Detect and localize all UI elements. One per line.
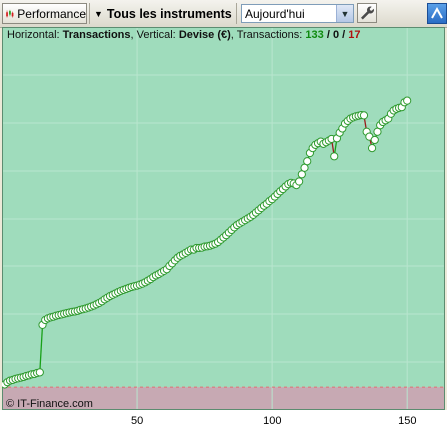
tx-separator: /	[339, 29, 349, 41]
performance-label: Performance	[17, 6, 86, 21]
period-value: Aujourd'hui	[245, 7, 305, 21]
dropdown-arrow-icon: ▼	[94, 8, 103, 19]
trade-point	[295, 177, 304, 186]
toolbar-separator	[89, 3, 90, 24]
horizontal-label: Horizontal:	[7, 29, 60, 41]
horizontal-value: Transactions	[62, 29, 131, 41]
settings-button[interactable]	[357, 3, 377, 23]
x-axis: 50 100 150	[0, 410, 447, 435]
trade-point	[303, 157, 312, 166]
wrench-icon	[361, 6, 374, 20]
transactions-loss-count: 17	[348, 29, 361, 41]
panel-toggle-icon[interactable]	[427, 3, 447, 24]
vertical-value: Devise (€)	[178, 29, 231, 41]
trade-point	[35, 368, 44, 377]
toolbar: Performance ▼ Tous les instruments Aujou…	[0, 0, 447, 28]
x-tick-label: 100	[263, 415, 282, 427]
candlestick-chart-icon	[6, 9, 14, 17]
copyright-text: © IT-Finance.com	[6, 398, 93, 410]
performance-button[interactable]: Performance	[2, 3, 87, 24]
trade-point	[367, 144, 377, 153]
positive-region	[2, 27, 445, 388]
transactions-label: , Transactions:	[230, 29, 303, 41]
trade-point	[359, 111, 369, 120]
trade-point	[403, 96, 412, 105]
vertical-label: , Vertical:	[130, 29, 176, 41]
chevron-down-icon[interactable]: ▼	[336, 5, 353, 22]
tx-separator: /	[323, 29, 333, 41]
chart-header: Horizontal: Transactions, Vertical: Devi…	[7, 29, 360, 41]
toolbar-separator	[236, 3, 237, 24]
trade-point	[370, 135, 379, 145]
equity-chart	[2, 27, 445, 410]
transactions-win-count: 133	[305, 29, 324, 41]
trade-point	[330, 152, 339, 161]
x-tick-label: 50	[131, 415, 144, 427]
period-select[interactable]: Aujourd'hui ▼	[241, 4, 354, 23]
x-tick-label: 150	[398, 415, 417, 427]
instruments-dropdown[interactable]: ▼ Tous les instruments	[94, 3, 232, 24]
instruments-label: Tous les instruments	[106, 6, 232, 21]
